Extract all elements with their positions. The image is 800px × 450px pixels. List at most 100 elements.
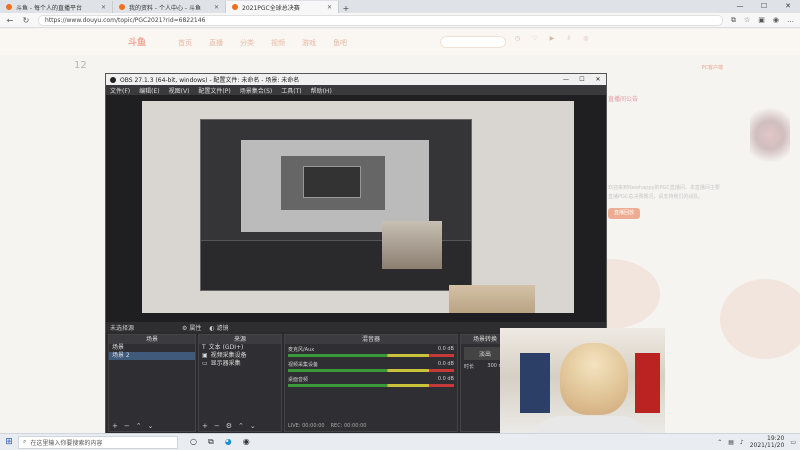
start-icon[interactable]: ⊞ — [0, 437, 18, 447]
channel-name: 视频采集设备 — [288, 362, 319, 368]
close-icon[interactable]: ✕ — [214, 4, 219, 11]
browser-tab[interactable]: 斗鱼 - 每个人的直播平台 ✕ — [0, 1, 113, 13]
source-item[interactable]: ▣ 视频采集设备 — [199, 352, 281, 360]
refresh-icon[interactable]: ↻ — [22, 16, 30, 25]
menu-scene-collection[interactable]: 场景集合(S) — [240, 86, 273, 95]
up-icon[interactable]: ⌃ — [136, 422, 142, 430]
collections-icon[interactable]: ▣ — [758, 16, 765, 24]
volume-icon[interactable]: ♪ — [740, 439, 744, 446]
close-window-button[interactable]: ✕ — [776, 0, 800, 12]
cortana-icon[interactable]: ○ — [190, 437, 197, 447]
webcam-overlay — [500, 328, 665, 450]
chevron-up-icon[interactable]: ⌃ — [717, 439, 722, 446]
source-item[interactable]: ▭ 显示器采集 — [199, 360, 281, 368]
mixer-dock: 混音器 麦克风/Aux 0.0 dB 视频采集设备 0.0 dB 桌面音频 0.0 d… — [284, 334, 458, 432]
volume-meter[interactable] — [288, 354, 454, 357]
duration-label: 时长 — [464, 364, 475, 370]
scenes-header: 场景 — [109, 335, 195, 344]
rec-time: REC: 00:00:00 — [330, 423, 367, 429]
menu-help[interactable]: 帮助(H) — [311, 86, 332, 95]
browser-tab-active[interactable]: 2021PGC全球总决赛 ✕ — [226, 1, 339, 13]
gear-icon[interactable]: ⚙ — [226, 422, 232, 430]
channel-db: 0.0 dB — [437, 376, 454, 382]
favorites-icon[interactable]: ☆ — [744, 16, 750, 24]
add-icon[interactable]: + — [202, 422, 208, 430]
sources-footer: + − ⚙ ⌃ ⌄ — [199, 421, 281, 431]
source-label: 视频采集设备 — [210, 352, 247, 359]
preview-capture — [142, 101, 574, 313]
down-icon[interactable]: ⌄ — [250, 422, 256, 430]
properties-button[interactable]: ⚙ 属性 — [182, 323, 201, 332]
task-view-icon[interactable]: ⧉ — [208, 437, 214, 447]
remove-icon[interactable]: − — [124, 422, 130, 430]
channel-name: 麦克风/Aux — [288, 347, 315, 353]
tab-label: 2021PGC全球总决赛 — [242, 4, 300, 12]
text-icon: T — [202, 344, 206, 351]
menu-tools[interactable]: 工具(T) — [281, 86, 301, 95]
obs-icon[interactable]: ◉ — [243, 437, 250, 447]
maximize-button[interactable]: ☐ — [752, 0, 776, 12]
scenes-footer: + − ⌃ ⌄ — [109, 421, 195, 431]
scene-item-selected[interactable]: 场景 2 — [109, 352, 195, 360]
obs-maximize-button[interactable]: ☐ — [574, 76, 590, 83]
windows-taskbar: ⊞ ⌕ 在这里输入你要搜索的内容 ○ ⧉ ◕ ◉ ⌃ ▤ ♪ 19:20 202… — [0, 433, 800, 450]
mixer-channel: 视频采集设备 0.0 dB — [285, 359, 457, 374]
back-icon[interactable]: ← — [6, 16, 14, 25]
sources-header: 来源 — [199, 335, 281, 344]
live-time: LIVE: 00:00:00 — [288, 423, 325, 429]
extension-icon[interactable]: ⧉ — [731, 16, 736, 25]
volume-meter[interactable] — [288, 369, 454, 372]
mixer-header: 混音器 — [285, 335, 457, 344]
taskbar-search[interactable]: ⌕ 在这里输入你要搜索的内容 — [18, 435, 178, 449]
menu-file[interactable]: 文件(F) — [110, 86, 130, 95]
obs-logo-icon — [110, 76, 116, 83]
minimize-button[interactable]: — — [728, 0, 752, 12]
taskbar-apps: ○ ⧉ ◕ ◉ — [178, 437, 250, 447]
url-field[interactable]: https://www.douyu.com/topic/PGC2021?rid=… — [38, 14, 723, 26]
stream-stats: LIVE: 00:00:00 REC: 00:00:00 — [288, 423, 366, 429]
clock-date: 2021/11/20 — [749, 442, 785, 449]
volume-meter[interactable] — [288, 384, 454, 387]
up-icon[interactable]: ⌃ — [238, 422, 244, 430]
scene-item[interactable]: 场景 — [109, 344, 195, 352]
browser-tabstrip: 斗鱼 - 每个人的直播平台 ✕ 我的资料 - 个人中心 - 斗鱼 ✕ 2021PGC… — [0, 0, 800, 13]
tab-label: 我的资料 - 个人中心 - 斗鱼 — [129, 4, 201, 12]
clock[interactable]: 19:20 2021/11/20 — [750, 435, 785, 449]
search-icon: ⌕ — [23, 438, 27, 445]
mixer-channel: 麦克风/Aux 0.0 dB — [285, 344, 457, 359]
obs-minimize-button[interactable]: — — [558, 76, 574, 83]
source-label: 显示器采集 — [210, 360, 241, 367]
clock-time: 19:20 — [767, 435, 785, 442]
menu-edit[interactable]: 编辑(E) — [139, 86, 159, 95]
remove-icon[interactable]: − — [214, 422, 220, 430]
more-icon[interactable]: … — [787, 16, 794, 24]
close-icon[interactable]: ✕ — [101, 4, 106, 11]
profile-icon[interactable]: ◉ — [773, 16, 779, 24]
filters-label: 滤镜 — [216, 324, 229, 332]
filters-button[interactable]: ◐ 滤镜 — [209, 323, 228, 332]
properties-label: 属性 — [189, 324, 202, 332]
obs-title-text: OBS 27.1.3 (64-bit, windows) - 配置文件: 未命名… — [120, 77, 300, 84]
network-icon[interactable]: ▤ — [728, 439, 734, 446]
source-label: 文本 (GDI+) — [208, 344, 244, 351]
notification-icon[interactable]: ▭ — [790, 439, 796, 446]
close-icon[interactable]: ✕ — [327, 4, 332, 11]
nested-capture-2 — [241, 140, 429, 232]
obs-titlebar: OBS 27.1.3 (64-bit, windows) - 配置文件: 未命名… — [106, 74, 606, 85]
url-text: https://www.douyu.com/topic/PGC2021?rid=… — [45, 16, 206, 24]
menu-view[interactable]: 视图(V) — [169, 86, 190, 95]
edge-icon[interactable]: ◕ — [225, 437, 232, 447]
menu-profile[interactable]: 配置文件(P) — [198, 86, 230, 95]
new-tab-button[interactable]: + — [339, 4, 353, 13]
camera-icon: ▣ — [202, 352, 208, 359]
obs-menubar: 文件(F) 编辑(E) 视图(V) 配置文件(P) 场景集合(S) 工具(T) … — [106, 85, 606, 95]
browser-tab[interactable]: 我的资料 - 个人中心 - 斗鱼 ✕ — [113, 1, 226, 13]
sources-dock: 来源 T 文本 (GDI+) ▣ 视频采集设备 ▭ 显示器采集 + − ⚙ ⌃ ⌄ — [198, 334, 282, 432]
down-icon[interactable]: ⌄ — [148, 422, 154, 430]
channel-name: 桌面音频 — [288, 377, 309, 383]
obs-preview[interactable] — [106, 95, 606, 322]
source-item[interactable]: T 文本 (GDI+) — [199, 344, 281, 352]
obs-close-button[interactable]: ✕ — [590, 76, 606, 83]
add-icon[interactable]: + — [112, 422, 118, 430]
mixer-channel: 桌面音频 0.0 dB — [285, 374, 457, 389]
